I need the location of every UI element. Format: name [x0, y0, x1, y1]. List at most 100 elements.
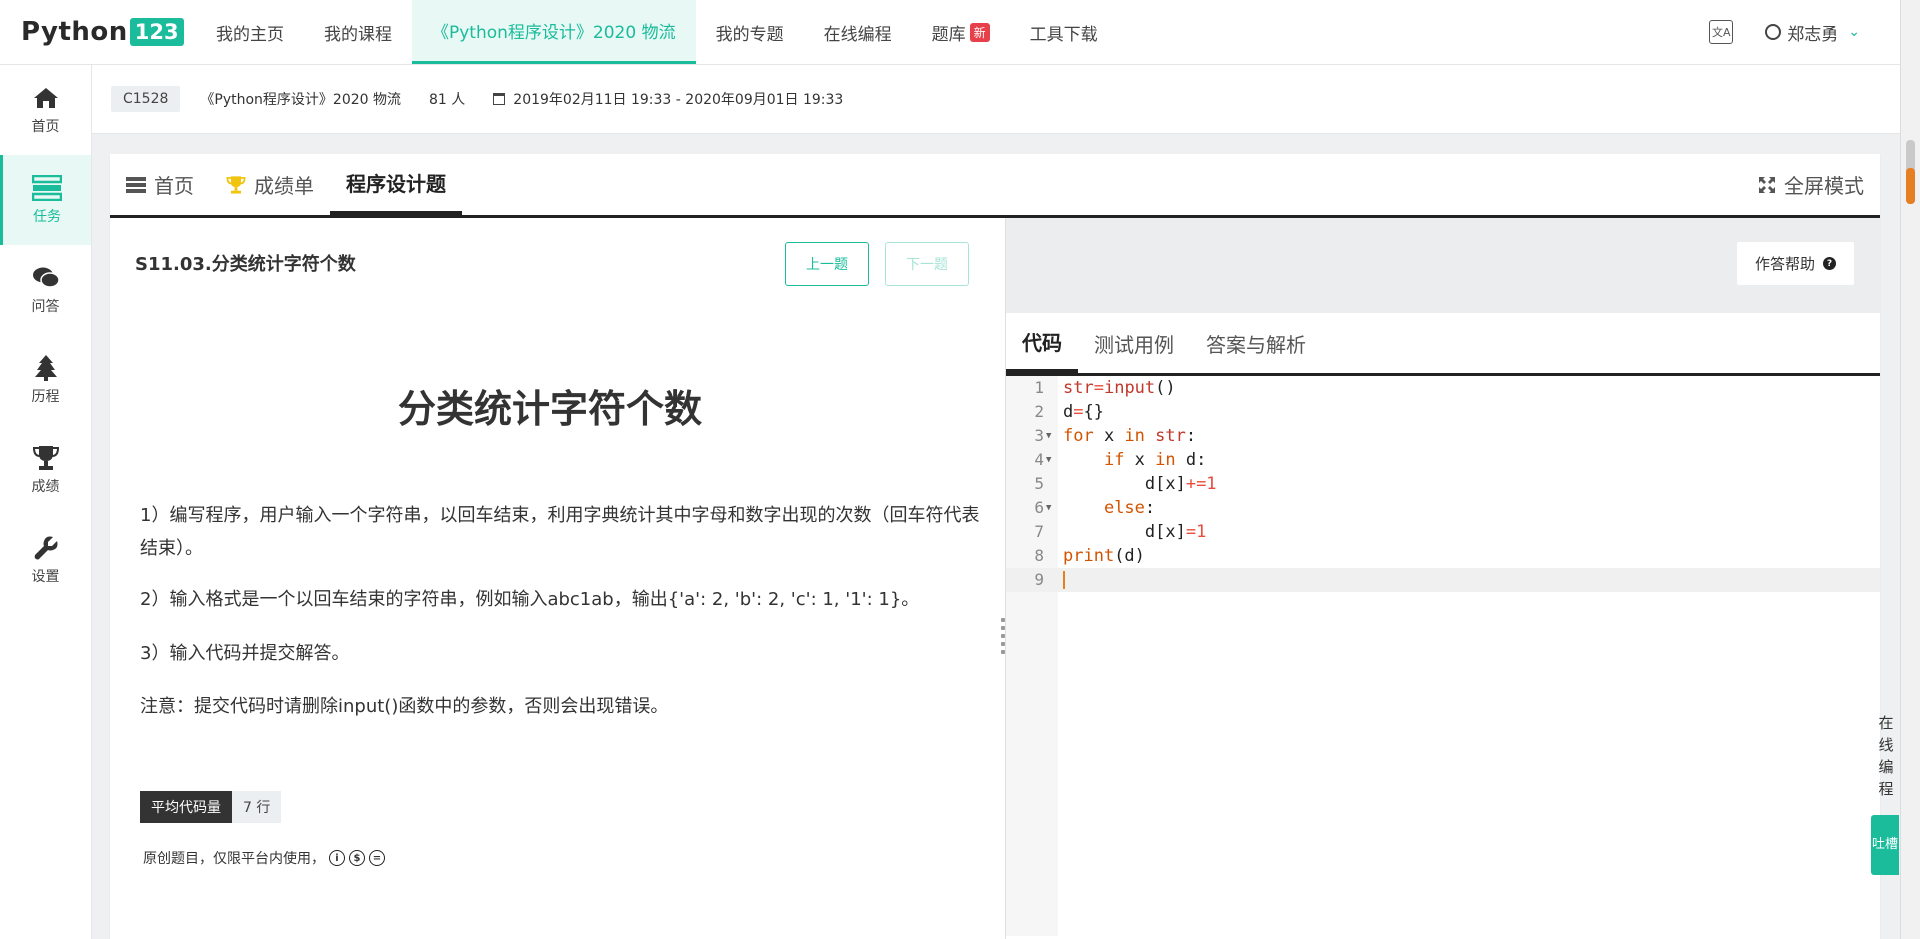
nav-question-bank[interactable]: 题库 新 — [912, 0, 1010, 64]
nav-tool-download[interactable]: 工具下载 — [1010, 0, 1118, 64]
nav-current-course[interactable]: 《Python程序设计》2020 物流 — [412, 0, 696, 64]
course-date-text: 2019年02月11日 19:33 - 2020年09月01日 19:33 — [513, 92, 844, 108]
tab-home-label: 首页 — [154, 174, 194, 198]
answer-help-label: 作答帮助 — [1754, 255, 1815, 273]
license-text: 原创题目，仅限平台内使用， — [143, 851, 325, 867]
left-sidebar: 首页 任务 问答 历程 成绩 设置 — [0, 65, 92, 939]
calendar-icon — [493, 93, 506, 105]
code-line[interactable]: 3 ▼ for x in str: — [1006, 424, 1880, 448]
page-scrollbar[interactable] — [1900, 0, 1920, 939]
sidebar-item-qa[interactable]: 问答 — [0, 245, 91, 335]
cc-nd-icon: = — [369, 850, 385, 866]
splitter-grip-icon[interactable] — [1001, 618, 1005, 658]
fullscreen-button[interactable]: 全屏模式 — [1758, 154, 1864, 215]
sidebar-item-label: 任务 — [33, 209, 61, 225]
nav-my-courses[interactable]: 我的课程 — [304, 0, 412, 64]
fold-arrow-icon[interactable]: ▼ — [1046, 448, 1051, 472]
logo[interactable]: Python 123 — [21, 17, 196, 47]
problem-paragraph-3: 3）输入代码并提交解答。 — [140, 643, 350, 664]
sidebar-item-grades[interactable]: 成绩 — [0, 425, 91, 515]
editor-header: 作答帮助 ? — [1006, 218, 1880, 313]
answer-help-button[interactable]: 作答帮助 ? — [1736, 242, 1854, 285]
tab-code[interactable]: 代码 — [1006, 313, 1078, 373]
course-code: C1528 — [111, 86, 181, 112]
logo-text: Python — [21, 17, 128, 47]
course-date: 2019年02月11日 19:33 - 2020年09月01日 19:33 — [493, 89, 843, 109]
code-editor[interactable]: 1 str=input() 2 d={} 3 ▼ for x in str: 4 ▼ if… — [1006, 376, 1880, 936]
online-coding-float[interactable]: 在线编程 — [1872, 712, 1900, 800]
wrench-icon — [33, 534, 59, 562]
cc-by-icon: i — [329, 850, 345, 866]
avg-code-label: 平均代码量 — [140, 791, 232, 823]
problem-note: 注意：提交代码时请删除input()函数中的参数，否则会出现错误。 — [140, 696, 669, 717]
text-caret — [1063, 571, 1065, 589]
fold-arrow-icon[interactable]: ▼ — [1046, 496, 1051, 520]
course-info-bar: C1528 《Python程序设计》2020 物流 81 人 2019年02月1… — [92, 65, 1900, 134]
nav-question-bank-label: 题库 — [931, 24, 966, 45]
tab-scores-label: 成绩单 — [254, 174, 314, 198]
editor-tabs: 代码 测试用例 答案与解析 — [1006, 313, 1880, 376]
feedback-float-button[interactable]: 吐槽 — [1871, 815, 1899, 875]
code-line[interactable]: 4 ▼ if x in d: — [1006, 448, 1880, 472]
user-name[interactable]: 郑志勇 — [1787, 20, 1838, 45]
logo-number: 123 — [129, 18, 184, 46]
translate-icon[interactable]: 文A — [1709, 20, 1734, 44]
expand-icon — [1758, 176, 1776, 194]
code-line[interactable]: 7 d[x]=1 — [1006, 520, 1880, 544]
sidebar-item-label: 设置 — [31, 569, 60, 585]
avg-code-stat: 平均代码量 7 行 — [140, 791, 282, 823]
next-question-button[interactable]: 下一题 — [885, 242, 969, 286]
trophy-icon — [226, 175, 246, 195]
nav-my-topics[interactable]: 我的专题 — [696, 0, 804, 64]
question-icon: ? — [1823, 257, 1836, 270]
list-icon — [126, 176, 146, 193]
sidebar-item-label: 首页 — [31, 119, 60, 135]
avg-code-value: 7 行 — [232, 791, 282, 823]
nav-my-home[interactable]: 我的主页 — [196, 0, 304, 64]
problem-paragraph-2: 2）输入格式是一个以回车结束的字符串，例如输入abc1ab，输出{'a': 2,… — [140, 589, 920, 610]
main-tabs: 首页 成绩单 程序设计题 全屏模式 — [110, 154, 1880, 218]
sidebar-item-home[interactable]: 首页 — [0, 65, 91, 155]
prev-question-button[interactable]: 上一题 — [785, 242, 869, 286]
problem-panel: S11.03.分类统计字符个数 上一题 下一题 分类统计字符个数 1）编写程序，… — [110, 218, 1005, 939]
course-student-count: 81 人 — [429, 92, 466, 108]
code-line[interactable]: 2 d={} — [1006, 400, 1880, 424]
problem-heading: 分类统计字符个数 — [397, 387, 702, 431]
problem-title: S11.03.分类统计字符个数 — [135, 254, 356, 275]
tab-test-cases[interactable]: 测试用例 — [1078, 313, 1190, 373]
sidebar-item-label: 问答 — [31, 299, 60, 315]
cc-nc-icon: $ — [349, 850, 365, 866]
top-navbar: Python 123 我的主页 我的课程 《Python程序设计》2020 物流… — [0, 0, 1900, 65]
tab-programming[interactable]: 程序设计题 — [330, 154, 462, 215]
code-line[interactable]: 1 str=input() — [1006, 376, 1880, 400]
tab-answer-analysis[interactable]: 答案与解析 — [1190, 313, 1322, 373]
fullscreen-label: 全屏模式 — [1784, 174, 1864, 198]
trophy-icon — [32, 444, 60, 472]
code-line[interactable]: 6 ▼ else: — [1006, 496, 1880, 520]
tree-icon — [34, 354, 58, 382]
main-card: 首页 成绩单 程序设计题 全屏模式 S11.03.分类统计字符个数 上一题 下一… — [110, 154, 1880, 939]
sidebar-item-label: 历程 — [31, 389, 60, 405]
chevron-down-icon[interactable]: ⌄ — [1848, 24, 1860, 40]
home-icon — [33, 84, 59, 112]
code-line-current[interactable]: 9 — [1006, 568, 1880, 592]
tab-scores[interactable]: 成绩单 — [210, 154, 330, 215]
problem-paragraph-1: 1）编写程序，用户输入一个字符串，以回车结束，利用字典统计其中字母和数字出现的次… — [140, 505, 980, 559]
tab-home[interactable]: 首页 — [110, 154, 210, 215]
scrollbar-marker — [1906, 168, 1915, 204]
sidebar-item-history[interactable]: 历程 — [0, 335, 91, 425]
license-note: 原创题目，仅限平台内使用， i $ = — [143, 848, 385, 868]
user-icon[interactable] — [1765, 24, 1782, 40]
code-line[interactable]: 5 d[x]+=1 — [1006, 472, 1880, 496]
sidebar-item-task[interactable]: 任务 — [0, 155, 91, 245]
nav-online-coding[interactable]: 在线编程 — [804, 0, 912, 64]
sidebar-item-label: 成绩 — [31, 479, 60, 495]
fold-arrow-icon[interactable]: ▼ — [1046, 424, 1051, 448]
code-line[interactable]: 8 print(d) — [1006, 544, 1880, 568]
new-badge: 新 — [969, 22, 990, 42]
sidebar-item-settings[interactable]: 设置 — [0, 515, 91, 605]
nav-menu: 我的主页 我的课程 《Python程序设计》2020 物流 我的专题 在线编程 … — [196, 0, 1118, 64]
top-right-area: 文A 郑志勇 ⌄ — [1709, 0, 1860, 64]
task-icon — [32, 174, 62, 202]
editor-panel: 作答帮助 ? 代码 测试用例 答案与解析 1 str=input() 2 d={} … — [1006, 218, 1880, 939]
